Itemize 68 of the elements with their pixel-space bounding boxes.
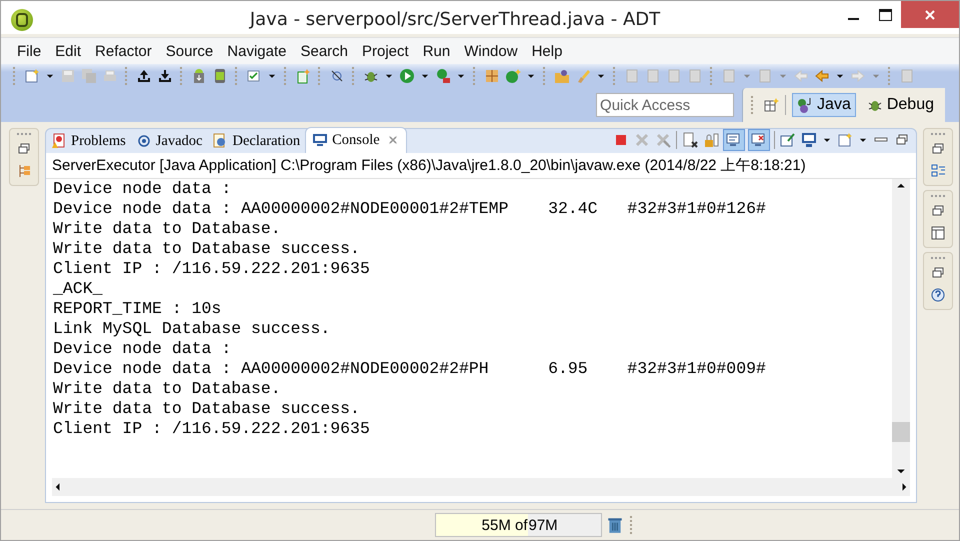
console-line: Client IP : /116.59.222.201:9635 xyxy=(53,419,371,439)
menu-item[interactable]: Navigate xyxy=(219,42,292,60)
android-icon[interactable] xyxy=(191,68,207,84)
close-icon xyxy=(924,8,936,20)
stop-icon[interactable] xyxy=(613,132,629,148)
lock-icon[interactable] xyxy=(703,132,719,148)
view-tab[interactable]: Declaration xyxy=(207,129,306,153)
console-line: Write data to Database. xyxy=(53,219,282,239)
document-icon[interactable] xyxy=(837,132,853,148)
close-button[interactable] xyxy=(901,1,959,28)
monitor-icon[interactable] xyxy=(724,130,744,150)
console-line: Device node data : xyxy=(53,339,232,359)
process-label: ServerExecutor [Java Application] C:\Program Files (x86)\Java\jre1.8.0_20\bin\javaw.exe (2014/8/22 上午8:18:21) xyxy=(46,153,916,179)
menu-item[interactable]: Source xyxy=(158,42,220,60)
layout-icon[interactable] xyxy=(930,225,946,241)
console-line: Client IP : /116.59.222.201:9635 xyxy=(53,259,371,279)
quick-access-field[interactable]: Quick Access xyxy=(596,93,734,117)
checkbox-icon[interactable] xyxy=(246,68,262,84)
outline-icon[interactable] xyxy=(930,163,946,179)
console-line: Write data to Database. xyxy=(53,379,282,399)
open-perspective-icon[interactable] xyxy=(763,97,780,113)
view-tab[interactable]: Javadoc xyxy=(130,129,208,153)
download-icon[interactable] xyxy=(157,68,173,84)
grid-icon[interactable] xyxy=(484,68,500,84)
console-line: Write data to Database success. xyxy=(53,399,361,419)
app-logo-icon xyxy=(11,9,33,31)
folder-icon[interactable] xyxy=(554,68,570,84)
monitor-icon[interactable] xyxy=(801,132,817,148)
heap-used-text: 55M of xyxy=(480,516,528,534)
heap-total-text: 97M xyxy=(528,516,558,534)
menu-item[interactable]: Refactor xyxy=(87,42,158,60)
problems-icon xyxy=(51,133,67,149)
console-line: Device node data : xyxy=(53,179,232,199)
help-icon[interactable] xyxy=(930,287,946,303)
crossed-circle-icon[interactable] xyxy=(329,68,345,84)
document-icon[interactable] xyxy=(24,68,40,84)
menu-item[interactable]: Help xyxy=(524,42,568,60)
console-line: _ACK_ xyxy=(53,279,104,299)
menu-item[interactable]: File xyxy=(9,42,48,60)
perspective-button[interactable]: Java xyxy=(792,93,856,117)
window-title: Java - serverpool/src/ServerThread.java - ADT xyxy=(248,8,662,30)
phone-icon[interactable] xyxy=(212,68,228,84)
menu-item[interactable]: Project xyxy=(354,42,415,60)
menu-item[interactable]: Run xyxy=(414,42,456,60)
vertical-scrollbar[interactable] xyxy=(892,179,910,478)
menu-item[interactable]: Edit xyxy=(47,42,88,60)
console-line: Device node data : AA00000002#NODE00002#2#PH 6.95 #32#3#1#0#009# xyxy=(53,359,767,379)
horizontal-scrollbar[interactable] xyxy=(52,478,910,496)
new-class-icon[interactable] xyxy=(295,68,311,84)
console-line: Write data to Database success. xyxy=(53,239,361,259)
menu-item[interactable]: Search xyxy=(292,42,354,60)
perspective-button[interactable]: Debug xyxy=(862,93,939,117)
close-icon[interactable] xyxy=(388,135,398,145)
console-line: Link MySQL Database success. xyxy=(53,319,332,339)
play-icon[interactable] xyxy=(399,68,415,84)
menu-item[interactable]: Window xyxy=(456,42,524,60)
java-icon xyxy=(797,97,814,113)
remove-all-icon[interactable] xyxy=(655,132,671,148)
view-tab[interactable]: Console xyxy=(305,127,407,153)
scrollbar-thumb[interactable] xyxy=(892,422,910,442)
monitor-icon[interactable] xyxy=(749,130,769,150)
console-line: REPORT_TIME : 10s xyxy=(53,299,222,319)
view-tab[interactable]: Problems xyxy=(46,129,131,153)
upload-icon[interactable] xyxy=(136,68,152,84)
console-icon xyxy=(312,132,328,148)
arrow-left-icon[interactable] xyxy=(814,68,830,84)
console-line: Device node data : AA00000002#NODE00001#2#TEMP 32.4C #32#3#1#0#126# xyxy=(53,199,767,219)
clear-icon[interactable] xyxy=(682,132,698,148)
